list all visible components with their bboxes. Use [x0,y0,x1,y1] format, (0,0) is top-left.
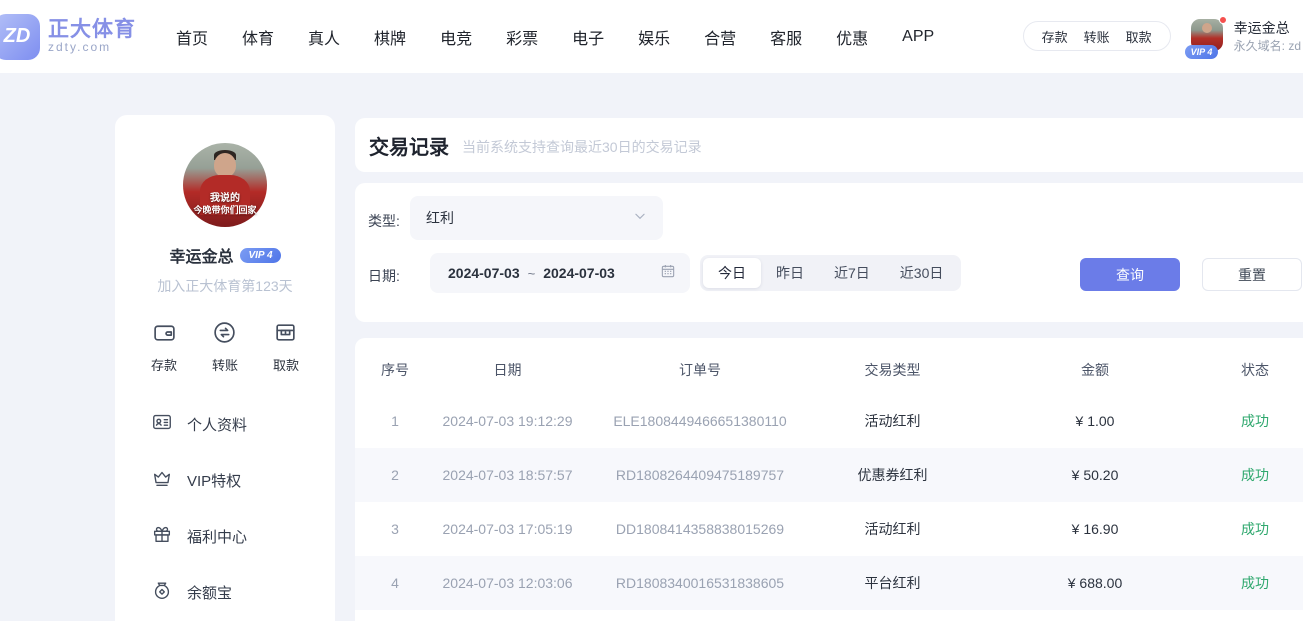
calendar-icon [660,263,676,284]
topbar: ZD 正大体育 zdty.com 首页 体育 真人 棋牌 电竞 彩票 电子 娱乐… [0,0,1303,73]
profile-vip-badge: VIP 4 [240,248,280,263]
gift-icon [151,523,173,550]
date-filter-label: 日期: [368,266,400,286]
sidebar-menu: 个人资料 VIP特权 福利中心 余额宝 我的资产 [115,396,335,621]
search-button[interactable]: 查询 [1080,258,1180,291]
coin-pouch-icon [151,579,173,606]
table-row: 1 2024-07-03 19:12:29 ELE180844946665138… [355,394,1303,448]
quick-action-withdraw[interactable]: 取款 [273,320,299,374]
filters-card: 类型: 红利 日期: 2024-07-03 ~ 2024-07-03 今日 昨日… [355,183,1303,322]
vip-badge: VIP 4 [1185,45,1219,59]
status-badge: 成功 [1225,519,1285,539]
table-row: 4 2024-07-03 12:03:06 RD1808340016531838… [355,556,1303,610]
col-header-status: 状态 [1225,360,1285,380]
brand-logo[interactable]: ZD 正大体育 zdty.com [0,14,176,60]
transfer-link[interactable]: 转账 [1084,27,1110,46]
range-tab-today[interactable]: 今日 [703,258,761,288]
user-block[interactable]: VIP 4 幸运金总 永久域名: zd [1191,19,1301,54]
nav-item-app[interactable]: APP [902,28,934,46]
id-card-icon [151,411,173,438]
date-range-input[interactable]: 2024-07-03 ~ 2024-07-03 [430,253,690,293]
nav-item-cards[interactable]: 棋牌 [374,25,406,49]
quick-range-tabs: 今日 昨日 近7日 近30日 [700,255,961,291]
sidebar-item-welfare[interactable]: 福利中心 [115,508,335,564]
col-header-no: 序号 [355,360,435,380]
nav-item-support[interactable]: 客服 [770,25,802,49]
reset-button[interactable]: 重置 [1202,258,1302,291]
range-tab-30days[interactable]: 近30日 [885,258,959,288]
table-row: 2 2024-07-03 18:57:57 RD1808264409475189… [355,448,1303,502]
page-header-card: 交易记录 当前系统支持查询最近30日的交易记录 [355,118,1303,172]
withdraw-link[interactable]: 取款 [1126,27,1152,46]
sidebar-item-vip[interactable]: VIP特权 [115,452,335,508]
chevron-down-icon [633,209,647,228]
page-title: 交易记录 [369,131,449,160]
username: 幸运金总 [1234,19,1301,38]
profile-avatar[interactable] [183,143,267,227]
withdraw-icon [273,320,298,350]
nav-item-sports[interactable]: 体育 [242,25,274,49]
quick-action-deposit[interactable]: 存款 [151,320,177,374]
date-separator: ~ [528,266,536,281]
range-tab-7days[interactable]: 近7日 [819,258,885,288]
col-header-type: 交易类型 [820,360,965,380]
type-filter-label: 类型: [368,211,400,231]
col-header-amount: 金额 [965,360,1225,380]
nav-item-slots[interactable]: 电子 [572,25,604,49]
date-start: 2024-07-03 [448,265,520,281]
type-select-value: 红利 [426,208,633,228]
main-nav: 首页 体育 真人 棋牌 电竞 彩票 电子 娱乐 合营 客服 优惠 APP [176,25,934,49]
quick-actions: 存款 转账 取款 [115,320,335,374]
page-subtitle: 当前系统支持查询最近30日的交易记录 [462,134,702,157]
nav-item-promos[interactable]: 优惠 [836,25,868,49]
nav-item-esports[interactable]: 电竞 [440,25,472,49]
type-select[interactable]: 红利 [410,196,663,240]
crown-icon [151,467,173,494]
brand-logo-icon: ZD [0,14,40,60]
wallet-deposit-icon [152,320,177,350]
table-header-row: 序号 日期 订单号 交易类型 金额 状态 [355,346,1303,394]
nav-item-live[interactable]: 真人 [308,25,340,49]
nav-item-partnership[interactable]: 合营 [704,25,736,49]
date-end: 2024-07-03 [543,265,615,281]
sidebar-item-yuebao[interactable]: 余额宝 [115,564,335,620]
status-badge: 成功 [1225,465,1285,485]
brand-name: 正大体育 [48,19,136,41]
range-tab-yesterday[interactable]: 昨日 [761,258,819,288]
join-days-note: 加入正大体育第123天 [115,276,335,296]
notification-dot [1219,16,1227,24]
quick-action-transfer[interactable]: 转账 [212,320,238,374]
col-header-order: 订单号 [580,360,820,380]
nav-item-lottery[interactable]: 彩票 [506,25,538,49]
profile-sidebar: 我说的 今晚带你们回家 幸运金总 VIP 4 加入正大体育第123天 存款 转账… [115,115,335,621]
status-badge: 成功 [1225,411,1285,431]
deposit-link[interactable]: 存款 [1042,27,1068,46]
table-row: 3 2024-07-03 17:05:19 DD1808414358838015… [355,502,1303,556]
transactions-table-card: 序号 日期 订单号 交易类型 金额 状态 1 2024-07-03 19:12:… [355,338,1303,621]
col-header-date: 日期 [435,360,580,380]
nav-item-entertainment[interactable]: 娱乐 [638,25,670,49]
profile-username: 幸运金总 [169,243,233,267]
wallet-actions-pill: 存款 转账 取款 [1023,21,1171,51]
transfer-icon [212,320,237,350]
permanent-domain-note: 永久域名: zd [1234,38,1301,54]
nav-item-home[interactable]: 首页 [176,25,208,49]
status-badge: 成功 [1225,573,1285,593]
sidebar-item-profile[interactable]: 个人资料 [115,396,335,452]
brand-domain: zdty.com [48,41,136,54]
